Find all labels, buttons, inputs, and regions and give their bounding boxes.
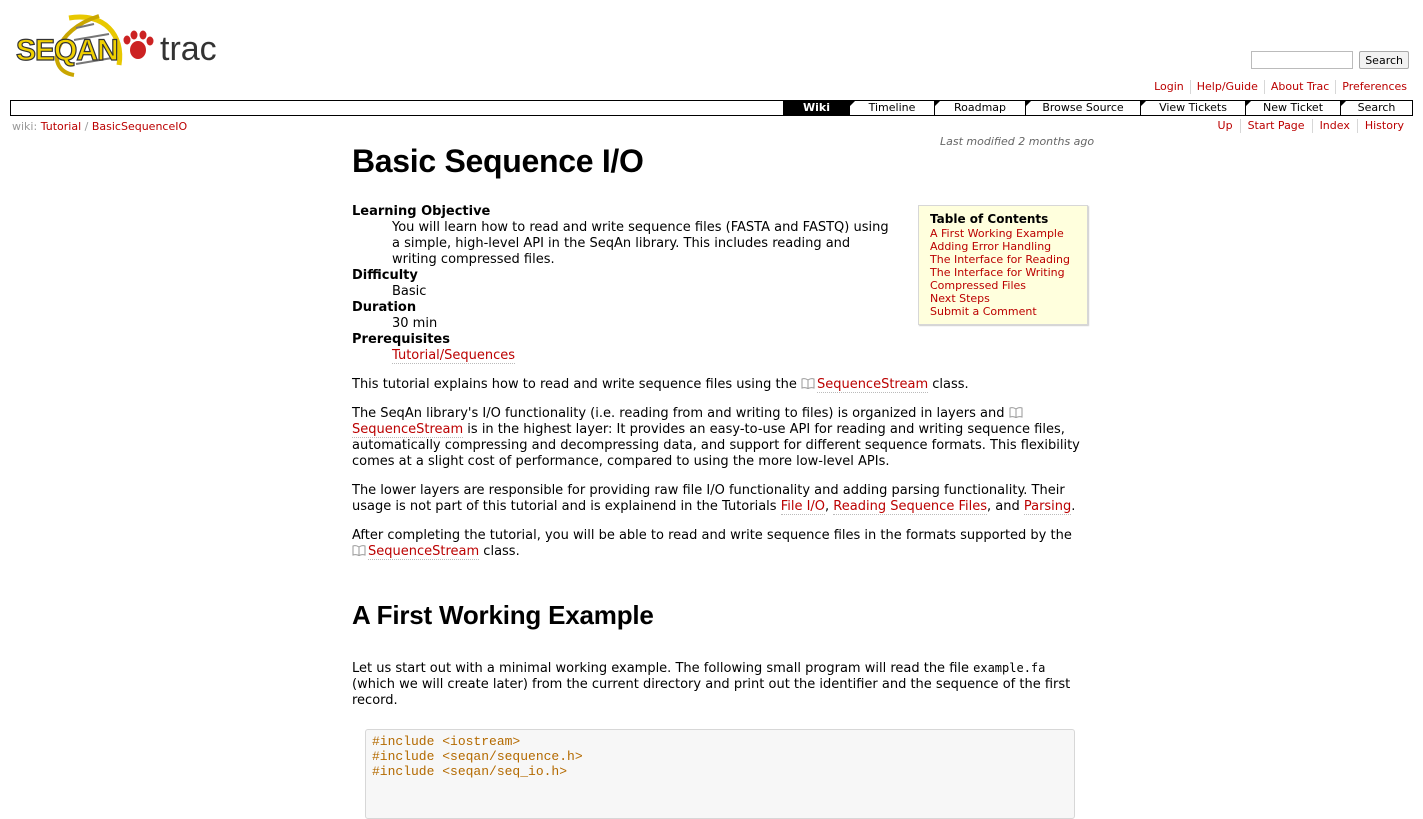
inline-code: example.fa: [973, 661, 1046, 675]
login-link[interactable]: Login: [1148, 80, 1190, 94]
tab-browse-source[interactable]: Browse Source: [1025, 101, 1140, 115]
wiki-content: Basic Sequence I/O Table of Contents A F…: [352, 143, 1090, 819]
svg-text:SEQAN: SEQAN: [16, 34, 118, 67]
doc-book-icon: [801, 378, 815, 389]
tab-new-ticket[interactable]: New Ticket: [1245, 101, 1340, 115]
code-block: #include <iostream> #include <seqan/sequ…: [365, 729, 1075, 819]
text-span: .: [1071, 499, 1076, 514]
lower-layers-paragraph: The lower layers are responsible for pro…: [352, 483, 1090, 515]
tab-roadmap[interactable]: Roadmap: [934, 101, 1025, 115]
tab-wiki[interactable]: Wiki: [783, 101, 849, 115]
text-span: class.: [479, 544, 520, 559]
example-intro-paragraph: Let us start out with a minimal working …: [352, 660, 1090, 709]
breadcrumb-prefix: wiki:: [12, 120, 38, 133]
prereq-link[interactable]: Tutorial/Sequences: [392, 348, 516, 364]
sequencestream-link[interactable]: SequenceStream: [816, 377, 929, 393]
prereq-term: Prerequisites: [352, 332, 450, 347]
parsing-link[interactable]: Parsing: [1023, 499, 1072, 515]
toc-title: Table of Contents: [930, 212, 1049, 226]
site-search: Search: [1251, 51, 1409, 69]
sequencestream-link[interactable]: SequenceStream: [368, 544, 480, 560]
tutorial-meta: Learning Objective You will learn how to…: [352, 204, 892, 364]
duration-term: Duration: [352, 300, 417, 315]
page-title: Basic Sequence I/O: [352, 143, 644, 179]
toc-item[interactable]: The Interface for Reading: [930, 253, 1077, 266]
section-heading-first-example: A First Working Example: [352, 600, 654, 630]
help-guide-link[interactable]: Help/Guide: [1189, 80, 1264, 94]
seqan-trac-logo[interactable]: SEQAN trac: [14, 10, 229, 80]
code-line: #include <iostream>: [372, 734, 521, 749]
code-line: #include <seqan/sequence.h>: [372, 749, 583, 764]
reading-sequence-files-link[interactable]: Reading Sequence Files: [833, 499, 987, 515]
objective-text: You will learn how to read and write seq…: [392, 220, 889, 267]
main-nav: Wiki Timeline Roadmap Browse Source View…: [10, 100, 1413, 116]
file-io-link[interactable]: File I/O: [780, 499, 826, 515]
difficulty-term: Difficulty: [352, 268, 418, 283]
text-span: After completing the tutorial, you will …: [352, 528, 1072, 543]
tab-timeline[interactable]: Timeline: [849, 101, 934, 115]
doc-book-icon: [1009, 407, 1023, 418]
start-page-link[interactable]: Start Page: [1239, 119, 1312, 133]
toc-item[interactable]: Adding Error Handling: [930, 240, 1077, 253]
preferences-link[interactable]: Preferences: [1335, 80, 1413, 94]
about-trac-link[interactable]: About Trac: [1263, 80, 1335, 94]
breadcrumb-tutorial-link[interactable]: Tutorial: [41, 120, 81, 133]
objective-term: Learning Objective: [352, 204, 491, 219]
logo-graphic: SEQAN trac: [15, 14, 217, 77]
prereq-value: Tutorial/Sequences: [392, 348, 892, 364]
search-input[interactable]: [1251, 51, 1354, 69]
difficulty-text: Basic: [392, 284, 427, 299]
meta-nav: Login Help/Guide About Trac Preferences: [1148, 80, 1413, 94]
text-span: (which we will create later) from the cu…: [352, 677, 1071, 708]
toc-item[interactable]: Next Steps: [930, 292, 1077, 305]
search-button[interactable]: Search: [1359, 51, 1409, 69]
code-line: #include <seqan/seq_io.h>: [372, 764, 568, 779]
up-link[interactable]: Up: [1211, 119, 1240, 133]
text-span: This tutorial explains how to read and w…: [352, 377, 801, 392]
index-link[interactable]: Index: [1311, 119, 1357, 133]
svg-text:trac: trac: [160, 30, 217, 68]
history-link[interactable]: History: [1356, 119, 1411, 133]
toc-item[interactable]: Compressed Files: [930, 279, 1077, 292]
sequencestream-link[interactable]: SequenceStream: [352, 422, 464, 438]
paw-icon: [123, 30, 154, 59]
layers-paragraph: The SeqAn library's I/O functionality (i…: [352, 406, 1090, 470]
doc-book-icon: [352, 545, 366, 556]
completion-paragraph: After completing the tutorial, you will …: [352, 528, 1090, 560]
duration-text: 30 min: [392, 316, 438, 331]
breadcrumb-separator: /: [84, 120, 89, 133]
tab-view-tickets[interactable]: View Tickets: [1140, 101, 1245, 115]
table-of-contents: Table of Contents A First Working Exampl…: [918, 205, 1088, 325]
intro-paragraph: This tutorial explains how to read and w…: [352, 377, 1090, 393]
toc-item[interactable]: Submit a Comment: [930, 305, 1077, 318]
last-modified[interactable]: Last modified 2 months ago: [940, 135, 1094, 148]
text-span: The SeqAn library's I/O functionality (i…: [352, 406, 1009, 421]
toc-item[interactable]: A First Working Example: [930, 227, 1077, 240]
context-nav: Up Start Page Index History: [1211, 119, 1411, 133]
text-span: class.: [928, 377, 969, 392]
breadcrumb: wiki: Tutorial / BasicSequenceIO: [12, 120, 187, 133]
tab-search[interactable]: Search: [1340, 101, 1412, 115]
text-span: Let us start out with a minimal working …: [352, 661, 974, 676]
breadcrumb-current-link[interactable]: BasicSequenceIO: [92, 120, 187, 133]
text-span: , and: [986, 499, 1024, 514]
toc-item[interactable]: The Interface for Writing: [930, 266, 1077, 279]
